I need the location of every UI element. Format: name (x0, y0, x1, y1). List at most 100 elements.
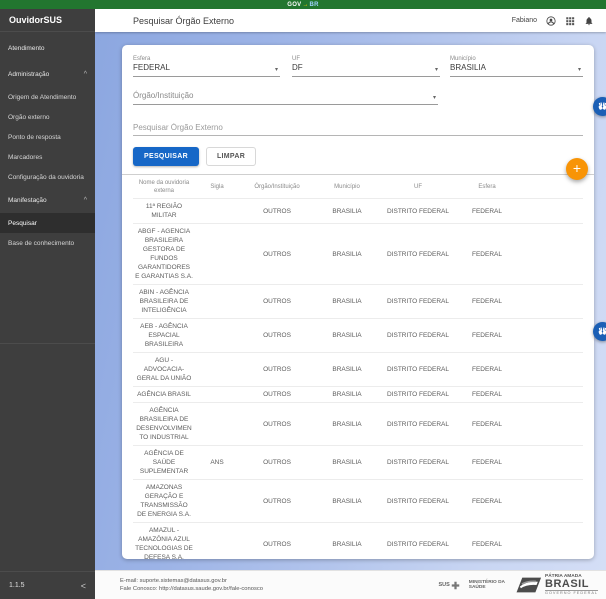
table-cell: BRASILIA (315, 420, 379, 429)
table-body: 11ª REGIÃO MILITAROUTROSBRASILIADISTRITO… (133, 198, 583, 559)
search-button[interactable]: PESQUISAR (133, 147, 199, 166)
sidebar-item-configuracao-da-ouvidoria[interactable]: Configuração da ouvidoria (0, 167, 95, 187)
brand-sub: GOVERNO FEDERAL (545, 590, 598, 596)
uf-value: DF (292, 63, 440, 73)
table-row[interactable]: 11ª REGIÃO MILITAROUTROSBRASILIADISTRITO… (133, 198, 583, 223)
brasil-flag-icon (514, 576, 542, 594)
table-cell: BRASILIA (315, 331, 379, 340)
esfera-value: FEDERAL (133, 63, 280, 73)
table-cell: BRASILIA (315, 365, 379, 374)
sus-logo: SUS (438, 581, 459, 590)
sidebar-item-label: Orgão externo (8, 114, 50, 121)
page-footer: E-mail: suporte.sistemas@datasus.gov.br … (95, 570, 606, 599)
table-row[interactable]: ABIN - AGÊNCIA BRASILEIRA DE INTELIGÊNCI… (133, 284, 583, 318)
chevron-up-icon: ^ (84, 71, 87, 78)
table-cell: DISTRITO FEDERAL (379, 497, 457, 506)
table-row[interactable]: AGÊNCIA DE SAÚDE SUPLEMENTARANSOUTROSBRA… (133, 445, 583, 479)
table-cell: OUTROS (239, 540, 315, 549)
municipio-label: Município (450, 56, 583, 63)
column-header: Município (315, 183, 379, 191)
sidebar-item-marcadores[interactable]: Marcadores (0, 147, 95, 167)
table-row[interactable]: AMAZONAS GERAÇÃO E TRANSMISSÃO DE ENERGI… (133, 479, 583, 522)
table-cell: FEDERAL (457, 365, 517, 374)
table-cell: BRASILIA (315, 497, 379, 506)
clear-button[interactable]: LIMPAR (206, 147, 256, 166)
govbr-topbar: GOV → BR (0, 0, 606, 9)
support-email: E-mail: suporte.sistemas@datasus.gov.br (120, 577, 263, 585)
contact-link[interactable]: Fale Conosco: http://datasus.saude.gov.b… (120, 585, 263, 593)
table-cell: FEDERAL (457, 420, 517, 429)
ministry-logo: MINISTÉRIO DA SAÚDE (469, 580, 505, 591)
content-area: Esfera FEDERAL ▾ UF DF ▾ Município BRASI… (95, 32, 606, 570)
add-orgao-fab-button[interactable]: + (566, 158, 588, 180)
table-cell: FEDERAL (457, 250, 517, 259)
table-header: Nome da ouvidoria externaSiglaÓrgão/Inst… (133, 175, 583, 198)
table-cell: FEDERAL (457, 540, 517, 549)
column-header: Nome da ouvidoria externa (133, 179, 195, 195)
uf-label: UF (292, 56, 440, 63)
sidebar-item-label: Ponto de resposta (8, 134, 61, 141)
table-cell: DISTRITO FEDERAL (379, 250, 457, 259)
column-header: Órgão/Instituição (239, 183, 315, 191)
vlibras-accessibility-button[interactable] (593, 322, 606, 341)
table-cell: DISTRITO FEDERAL (379, 458, 457, 467)
apps-grid-icon[interactable] (565, 16, 575, 26)
vlibras-accessibility-button[interactable] (593, 97, 606, 116)
sidebar-item-orgao-externo[interactable]: Orgão externo (0, 107, 95, 127)
chevron-down-icon: ▾ (435, 66, 438, 73)
table-cell: OUTROS (239, 207, 315, 216)
user-account-icon[interactable] (546, 16, 556, 26)
sidebar-item-label: Administração (8, 71, 49, 78)
table-cell: DISTRITO FEDERAL (379, 540, 457, 549)
sidebar-item-pesquisar[interactable]: Pesquisar (0, 213, 95, 233)
uf-select[interactable]: UF DF ▾ (292, 55, 440, 77)
table-cell: 11ª REGIÃO MILITAR (133, 202, 195, 220)
table-cell: AGÊNCIA BRASILEIRA DE DESENVOLVIMENTO IN… (133, 406, 195, 442)
sidebar-item-ponto-de-resposta[interactable]: Ponto de resposta (0, 127, 95, 147)
table-cell: AGU - ADVOCACIA-GERAL DA UNIÃO (133, 356, 195, 383)
govbr-logo-br: BR (309, 2, 318, 8)
table-cell: BRASILIA (315, 458, 379, 467)
sidebar-item-origem-de-atendimento[interactable]: Origem de Atendimento (0, 87, 95, 107)
municipio-select[interactable]: Município BRASILIA ▾ (450, 55, 583, 77)
table-cell: BRASILIA (315, 297, 379, 306)
table-cell: DISTRITO FEDERAL (379, 207, 457, 216)
sidebar-item-administracao[interactable]: Administração ^ (0, 61, 95, 87)
page-header: Pesquisar Órgão Externo Fabiano (95, 9, 606, 32)
table-row[interactable]: AGÊNCIA BRASILOUTROSBRASILIADISTRITO FED… (133, 386, 583, 402)
chevron-up-icon: ^ (84, 197, 87, 204)
table-row[interactable]: AMAZUL - AMAZÔNIA AZUL TECNOLOGIAS DE DE… (133, 522, 583, 559)
notifications-bell-icon[interactable] (584, 16, 594, 26)
sidebar-item-label: Base de conhecimento (8, 240, 74, 247)
header-actions: Fabiano (512, 16, 594, 26)
button-row: PESQUISAR LIMPAR (133, 147, 583, 166)
orgao-select[interactable]: Órgão/Instituição ▾ (133, 90, 438, 105)
sidebar-item-manifestacao[interactable]: Manifestação^ (0, 187, 95, 213)
search-card: Esfera FEDERAL ▾ UF DF ▾ Município BRASI… (122, 45, 594, 559)
sidebar-item-label: Marcadores (8, 154, 42, 161)
table-row[interactable]: AGU - ADVOCACIA-GERAL DA UNIÃO OUTROSBRAS… (133, 352, 583, 386)
filter-row: Esfera FEDERAL ▾ UF DF ▾ Município BRASI… (133, 55, 583, 77)
table-cell: OUTROS (239, 250, 315, 259)
table-cell: FEDERAL (457, 297, 517, 306)
table-cell: OUTROS (239, 365, 315, 374)
sidebar-item-label: Origem de Atendimento (8, 94, 76, 101)
sidebar-item-atendimento[interactable]: Atendimento (0, 35, 95, 61)
sidebar-item-label: Atendimento (8, 45, 45, 52)
table-cell: BRASILIA (315, 250, 379, 259)
table-row[interactable]: ABGF - AGENCIA BRASILEIRA GESTORA DE FUN… (133, 223, 583, 284)
sidebar-collapse-icon[interactable]: < (81, 581, 86, 591)
page-title: Pesquisar Órgão Externo (133, 16, 512, 26)
sidebar-spacer (0, 344, 95, 571)
table-cell: DISTRITO FEDERAL (379, 390, 457, 399)
table-row[interactable]: AEB - AGÊNCIA ESPACIAL BRASILEIRAOUTROSB… (133, 318, 583, 352)
table-row[interactable]: AGÊNCIA BRASILEIRA DE DESENVOLVIMENTO IN… (133, 402, 583, 445)
table-cell: BRASILIA (315, 540, 379, 549)
sidebar-item-base-de-conhecimento[interactable]: Base de conhecimento (0, 233, 95, 253)
table-cell: OUTROS (239, 331, 315, 340)
table-cell: DISTRITO FEDERAL (379, 365, 457, 374)
table-cell: AGÊNCIA DE SAÚDE SUPLEMENTAR (133, 449, 195, 476)
table-cell: BRASILIA (315, 390, 379, 399)
esfera-select[interactable]: Esfera FEDERAL ▾ (133, 55, 280, 77)
search-input[interactable] (133, 121, 583, 136)
